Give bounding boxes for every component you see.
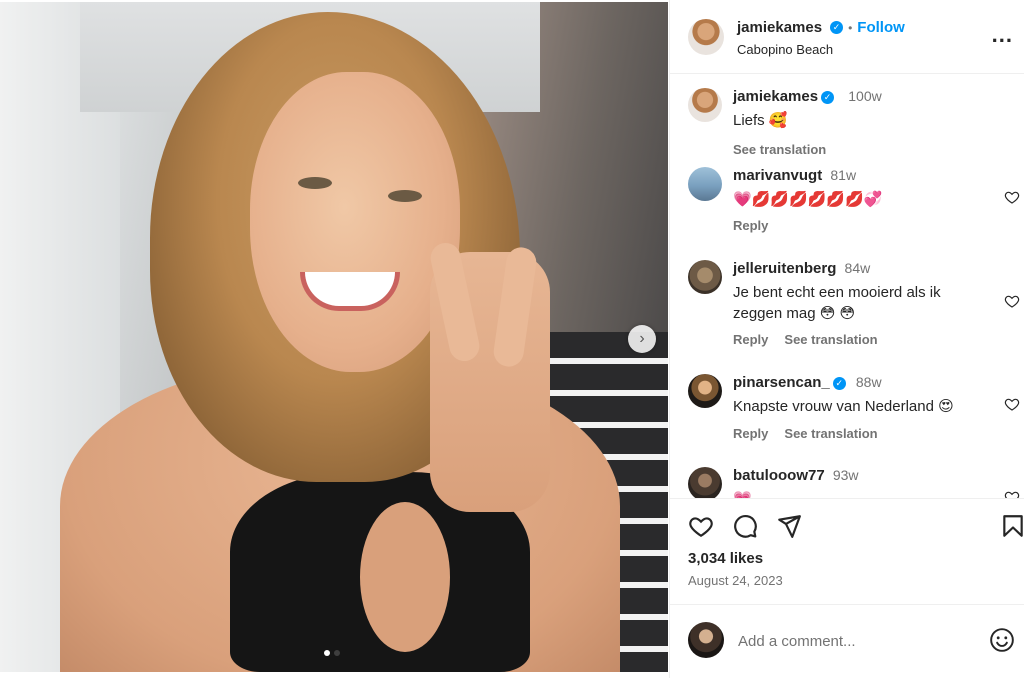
caption-time: 100w	[848, 88, 882, 104]
like-comment-heart-icon[interactable]	[1004, 293, 1020, 309]
comment-time: 84w	[844, 260, 871, 276]
verified-badge-icon: ✓	[830, 21, 844, 34]
caption-text: Liefs 🥰	[733, 112, 788, 129]
comment-username[interactable]: jelleruitenberg	[733, 260, 836, 277]
author-username[interactable]: jamiekames	[737, 19, 822, 36]
carousel-dot	[324, 650, 330, 656]
post-location[interactable]: Cabopino Beach	[737, 42, 833, 57]
comment-text: Je bent echt een mooierd als ik zeggen m…	[733, 284, 941, 322]
post-actions-bar	[670, 498, 1024, 539]
verified-badge-icon: ✓	[821, 91, 835, 104]
chevron-right-icon: ›	[639, 330, 645, 347]
post-header: jamiekames ✓ • Follow Cabopino Beach ...	[670, 0, 1024, 74]
see-translation-link[interactable]: See translation	[784, 332, 877, 347]
comment-text: 💗	[733, 489, 983, 498]
comments-list[interactable]: jamiekames ✓ 100w Liefs 🥰 See translation…	[670, 74, 1024, 498]
add-comment-bar	[670, 604, 1024, 679]
see-translation-link[interactable]: See translation	[784, 426, 877, 441]
bookmark-icon[interactable]	[1000, 513, 1024, 539]
comment-username[interactable]: batulooow77	[733, 467, 825, 484]
follow-button[interactable]: Follow	[857, 19, 905, 36]
avatar[interactable]	[688, 374, 722, 408]
post-photo: ›	[0, 2, 668, 672]
comment-time: 88w	[855, 374, 882, 390]
photo-subject-skin	[360, 502, 450, 652]
avatar[interactable]	[688, 467, 722, 498]
avatar	[688, 622, 724, 658]
comment-username[interactable]: marivanvugt	[733, 167, 822, 184]
like-comment-heart-icon[interactable]	[1004, 489, 1020, 498]
carousel-next-button[interactable]: ›	[628, 325, 656, 353]
comment-icon[interactable]	[732, 513, 758, 539]
likes-count[interactable]: 3,034 likes	[688, 550, 763, 567]
comment-time: 93w	[832, 467, 859, 483]
photo-subject-eye-right	[388, 190, 422, 202]
like-comment-heart-icon[interactable]	[1004, 189, 1020, 205]
avatar[interactable]	[688, 88, 722, 122]
emoji-icon[interactable]	[989, 627, 1015, 653]
see-translation-link[interactable]: See translation	[733, 142, 826, 157]
avatar[interactable]	[688, 167, 722, 201]
reply-link[interactable]: Reply	[733, 332, 768, 347]
caption-username[interactable]: jamiekames	[733, 88, 818, 105]
share-icon[interactable]	[776, 513, 802, 539]
carousel-dot	[334, 650, 340, 656]
comment-input[interactable]	[736, 627, 970, 655]
more-options-icon[interactable]: ...	[992, 22, 1013, 48]
separator-dot: •	[848, 20, 853, 35]
avatar[interactable]	[688, 19, 724, 55]
reply-link[interactable]: Reply	[733, 218, 768, 233]
avatar[interactable]	[688, 260, 722, 294]
carousel-indicator	[324, 650, 340, 656]
heart-icon[interactable]	[688, 513, 714, 539]
comment-text: Knapste vrouw van Nederland 😍	[733, 398, 954, 415]
photo-subject-eye-left	[298, 177, 332, 189]
photo-subject-face	[250, 72, 460, 372]
comment-username[interactable]: pinarsencan_	[733, 374, 830, 391]
comment-text: 💗💋💋💋💋💋💋💞	[733, 191, 883, 208]
like-comment-heart-icon[interactable]	[1004, 396, 1020, 412]
reply-link[interactable]: Reply	[733, 426, 768, 441]
comment-time: 81w	[830, 167, 857, 183]
verified-badge-icon: ✓	[832, 377, 846, 390]
post-details-panel: jamiekames ✓ • Follow Cabopino Beach ...…	[669, 0, 1024, 678]
post-date: August 24, 2023	[688, 573, 783, 588]
